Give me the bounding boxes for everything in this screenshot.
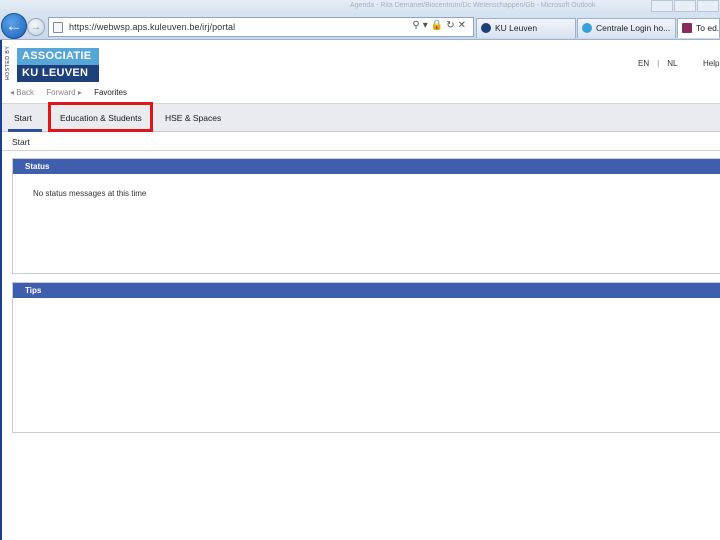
minimize-button[interactable] — [651, 0, 673, 12]
lang-nl-link[interactable]: NL — [667, 59, 677, 68]
selected-tab-indicator — [8, 129, 42, 132]
lang-en-link[interactable]: EN — [638, 59, 649, 68]
browser-forward-button[interactable]: → — [27, 18, 45, 36]
lock-icon[interactable]: 🔒 — [431, 20, 446, 31]
dropdown-icon[interactable]: ▾ — [423, 20, 431, 31]
close-window-button[interactable] — [697, 0, 719, 12]
browser-chrome: Agenda - Rita Demanet/Biocentrum/Dc Wete… — [0, 0, 720, 40]
ie-favicon-icon — [582, 23, 592, 33]
tab-label: To ed... — [696, 23, 720, 33]
window-title: Agenda - Rita Demanet/Biocentrum/Dc Wete… — [350, 2, 596, 9]
browser-tab-ku-leuven[interactable]: KU Leuven — [476, 18, 576, 38]
annotation-highlight-box — [48, 102, 153, 132]
portal-forward-link[interactable]: Forward ▸ — [46, 88, 82, 97]
status-panel-header: Status — [13, 159, 720, 174]
page-icon — [53, 22, 63, 33]
window-controls — [650, 0, 720, 14]
stop-icon[interactable]: ✕ — [458, 20, 469, 31]
status-message: No status messages at this time — [33, 189, 147, 198]
tips-panel-header: Tips — [13, 283, 720, 298]
maximize-button[interactable] — [674, 0, 696, 12]
tab-start[interactable]: Start — [14, 113, 32, 123]
tab-label: KU Leuven — [495, 23, 538, 33]
ku-leuven-favicon-icon — [481, 23, 491, 33]
arrow-right-icon: → — [30, 21, 42, 33]
associatie-ku-leuven-logo[interactable]: ASSOCIATIE KU LEUVEN — [17, 48, 99, 82]
browser-back-button[interactable]: ← — [1, 13, 27, 39]
portal-history-nav: ◂ Back Forward ▸ Favorites — [10, 88, 137, 97]
portal-back-link[interactable]: ◂ Back — [10, 88, 34, 97]
arrow-left-icon: ← — [5, 16, 23, 35]
tips-panel: Tips — [12, 282, 720, 433]
logo-line-1: ASSOCIATIE — [17, 48, 99, 65]
logo-line-2: KU LEUVEN — [17, 65, 99, 82]
search-icon[interactable]: ⚲ — [412, 20, 422, 31]
tab-hse-spaces[interactable]: HSE & Spaces — [165, 113, 221, 123]
tab-favicon-icon — [682, 23, 692, 33]
window-title-bar: Agenda - Rita Demanet/Biocentrum/Dc Wete… — [0, 0, 720, 14]
refresh-icon[interactable]: ↻ — [446, 20, 457, 31]
browser-tab-active[interactable]: To ed... — [677, 18, 720, 38]
status-panel: Status No status messages at this time — [12, 158, 720, 274]
divider — [2, 150, 720, 151]
separator: | — [657, 59, 660, 68]
help-link[interactable]: Help — [703, 59, 719, 68]
browser-tab-centrale-login[interactable]: Centrale Login ho... — [577, 18, 676, 38]
breadcrumb: Start — [12, 137, 30, 147]
language-switcher: EN | NL — [638, 59, 677, 68]
hosted-by-label: HOSTED BY — [4, 46, 14, 84]
favorites-link[interactable]: Favorites — [94, 88, 127, 97]
address-bar[interactable]: https://webwsp.aps.kuleuven.be/irj/porta… — [48, 17, 474, 37]
hosted-by-text: HOSTED BY — [5, 45, 12, 81]
url-text[interactable]: https://webwsp.aps.kuleuven.be/irj/porta… — [69, 22, 235, 32]
address-bar-icons: ⚲▾🔒↻✕ — [412, 20, 469, 31]
tab-label: Centrale Login ho... — [596, 23, 671, 33]
logo-area: HOSTED BY ASSOCIATIE KU LEUVEN — [4, 46, 99, 84]
